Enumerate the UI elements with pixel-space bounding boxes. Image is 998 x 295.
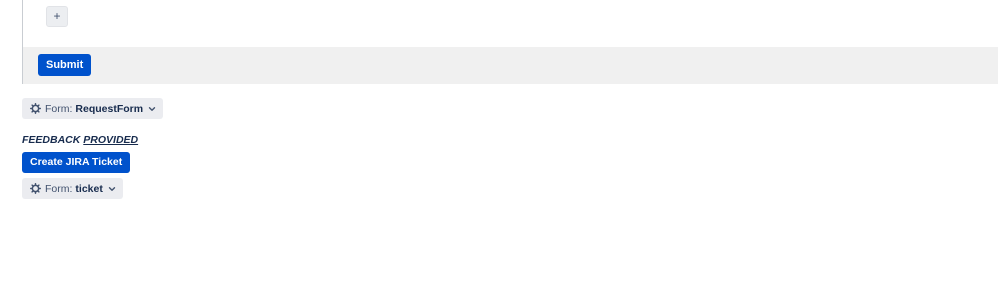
- page: + Submit Form: RequestForm FEEDBACK PROV…: [0, 0, 998, 295]
- provided-word: PROVIDED: [83, 134, 139, 146]
- add-button[interactable]: +: [46, 6, 68, 27]
- feedback-word: FEEDBACK: [22, 134, 81, 146]
- form-footer: Submit: [23, 47, 998, 84]
- form-macro-prefix: Form:: [45, 102, 73, 115]
- create-jira-ticket-button[interactable]: Create JIRA Ticket: [22, 152, 131, 173]
- gear-icon: [30, 103, 41, 114]
- chevron-down-icon: [108, 186, 116, 191]
- form-panel: + Submit: [22, 0, 998, 84]
- gear-icon: [30, 183, 41, 194]
- submit-button[interactable]: Submit: [38, 54, 92, 76]
- form-macro-ticket[interactable]: Form: ticket: [22, 178, 123, 199]
- chevron-down-icon: [148, 106, 156, 111]
- form-macro-name: ticket: [75, 182, 103, 195]
- feedback-status-text: FEEDBACK PROVIDED: [22, 134, 138, 146]
- form-macro-request-form[interactable]: Form: RequestForm: [22, 98, 164, 119]
- form-macro-prefix: Form:: [45, 182, 73, 195]
- form-macro-name: RequestForm: [75, 102, 144, 115]
